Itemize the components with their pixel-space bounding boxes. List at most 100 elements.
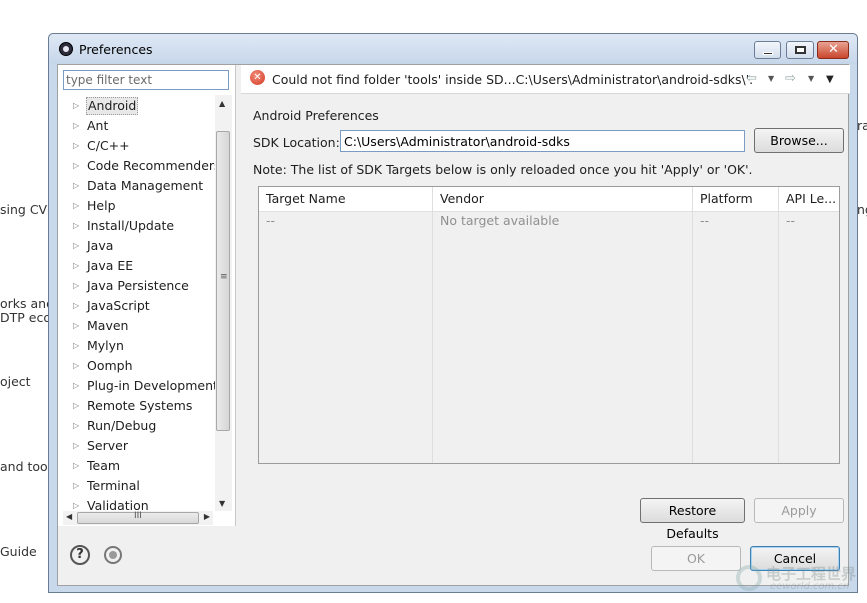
tree-item[interactable]: ▷ Java Persistence [58,276,215,296]
scroll-left-icon[interactable]: ◀ [66,512,72,521]
tree-item[interactable]: ▷ Data Management [58,176,215,196]
title-bar[interactable]: Preferences ✕ [49,34,857,64]
tree-item[interactable]: ▷ Install/Update [58,216,215,236]
record-icon[interactable] [104,546,122,564]
tree-item-label: C/C++ [87,138,130,153]
back-arrow-icon[interactable]: ⇦ [746,71,757,86]
hscroll-grip: III [134,511,142,521]
tree-item-label: Java [87,238,114,253]
tree-item-label: Code Recommenders [87,158,215,173]
expand-arrow-icon[interactable]: ▷ [73,476,79,496]
scroll-grip: ≡ [220,272,228,282]
expand-arrow-icon[interactable]: ▷ [73,176,79,196]
tree-item[interactable]: ▷ Mylyn [58,336,215,356]
tree-item[interactable]: ▷ C/C++ [58,136,215,156]
tree-item[interactable]: ▷ Oomph [58,356,215,376]
column-divider [778,211,779,463]
tree-item[interactable]: ▷ Java EE [58,256,215,276]
tree-item[interactable]: ▷ Validation [58,496,215,512]
tree-item-label: Java Persistence [87,278,189,293]
tree-item[interactable]: ▷ Plug-in Development [58,376,215,396]
expand-arrow-icon[interactable]: ▷ [73,376,79,396]
sdk-location-field[interactable] [340,130,745,152]
expand-arrow-icon[interactable]: ▷ [73,196,79,216]
expand-arrow-icon[interactable]: ▷ [73,276,79,296]
sdk-location-input[interactable] [344,132,739,150]
close-button[interactable]: ✕ [817,41,849,59]
expand-arrow-icon[interactable]: ▷ [73,256,79,276]
expand-arrow-icon[interactable]: ▷ [73,236,79,256]
scroll-thumb[interactable]: ≡ [216,131,230,431]
scroll-down-icon[interactable]: ▼ [219,499,225,508]
forward-arrow-icon[interactable]: ⇨ [785,71,796,86]
expand-arrow-icon[interactable]: ▷ [73,356,79,376]
tree-item[interactable]: ▷ Remote Systems [58,396,215,416]
tree-item-label: Mylyn [87,338,124,353]
page-title: Android Preferences [253,108,379,123]
error-message-bar: ✕ Could not find folder 'tools' inside S… [241,65,850,94]
background-text: ng [857,202,867,217]
tree-item-label: Validation [87,498,149,512]
apply-button[interactable]: Apply [754,498,844,523]
ok-button[interactable]: OK [651,546,741,571]
tree-vertical-scrollbar[interactable]: ▲ ≡ ▼ [215,95,232,511]
forward-dropdown-icon[interactable]: ▼ [808,74,814,83]
filter-input[interactable] [66,72,226,88]
tree-item[interactable]: ▷ JavaScript [58,296,215,316]
scroll-up-icon[interactable]: ▲ [219,99,225,108]
filter-field[interactable] [63,70,229,90]
expand-arrow-icon[interactable]: ▷ [73,396,79,416]
expand-arrow-icon[interactable]: ▷ [73,316,79,336]
maximize-button[interactable] [786,41,814,59]
expand-arrow-icon[interactable]: ▷ [73,416,79,436]
table-cell-platform: -- [700,213,710,228]
restore-defaults-button[interactable]: Restore Defaults [640,498,745,541]
back-dropdown-icon[interactable]: ▼ [768,74,774,83]
expand-arrow-icon[interactable]: ▷ [73,456,79,476]
column-header-vendor[interactable]: Vendor [433,187,693,211]
tree-item[interactable]: ▷ Java [58,236,215,256]
browse-button[interactable]: Browse... [754,128,844,153]
view-menu-icon[interactable]: ▼ [826,74,834,85]
tree-item-label: Server [87,438,128,453]
tree-item[interactable]: ▷ Code Recommenders [58,156,215,176]
table-cell-api-level: -- [786,213,796,228]
background-text: ra [857,118,867,133]
tree-item[interactable]: ▷ Help [58,196,215,216]
minimize-button[interactable] [754,41,781,59]
tree-horizontal-scrollbar[interactable]: ◀ III ▶ [63,511,213,525]
hscroll-thumb[interactable]: III [77,511,199,524]
expand-arrow-icon[interactable]: ▷ [73,116,79,136]
tree-item[interactable]: ▷ Android [58,96,215,116]
expand-arrow-icon[interactable]: ▷ [73,156,79,176]
tree-item-label: Plug-in Development [87,378,215,393]
error-message: Could not find folder 'tools' inside SD.… [272,72,754,87]
column-header-target-name[interactable]: Target Name [259,187,433,211]
expand-arrow-icon[interactable]: ▷ [73,136,79,156]
tree-item-label: Android [86,97,139,115]
tree-item[interactable]: ▷ Terminal [58,476,215,496]
tree-item[interactable]: ▷ Server [58,436,215,456]
tree-item[interactable]: ▷ Ant [58,116,215,136]
help-icon[interactable]: ? [70,545,90,565]
preference-tree: ▷ Android ▷ Ant ▷ C/C++ ▷ Code Recommenders ▷ Dat… [58,96,215,512]
scroll-right-icon[interactable]: ▶ [204,512,210,521]
expand-arrow-icon[interactable]: ▷ [73,436,79,456]
expand-arrow-icon[interactable]: ▷ [73,296,79,316]
column-header-platform[interactable]: Platform [693,187,779,211]
preferences-window: Preferences ✕ ▷ Android ▷ Ant ▷ C/C++ ▷ Code Re… [48,33,858,593]
sdk-targets-table[interactable]: Target Name Vendor Platform API Le... --… [258,186,840,464]
tree-item[interactable]: ▷ Maven [58,316,215,336]
expand-arrow-icon[interactable]: ▷ [73,336,79,356]
background-text: oject [0,374,31,389]
tree-item-label: Java EE [87,258,134,273]
tree-item-label: Team [87,458,121,473]
watermark-circle-icon [736,565,762,591]
tree-item[interactable]: ▷ Team [58,456,215,476]
tree-item[interactable]: ▷ Run/Debug [58,416,215,436]
column-header-api-level[interactable]: API Le... [779,187,839,211]
expand-arrow-icon[interactable]: ▷ [73,96,79,116]
expand-arrow-icon[interactable]: ▷ [73,216,79,236]
expand-arrow-icon[interactable]: ▷ [73,496,79,512]
preference-tree-pane: ▷ Android ▷ Ant ▷ C/C++ ▷ Code Recommenders ▷ Dat… [58,65,236,526]
